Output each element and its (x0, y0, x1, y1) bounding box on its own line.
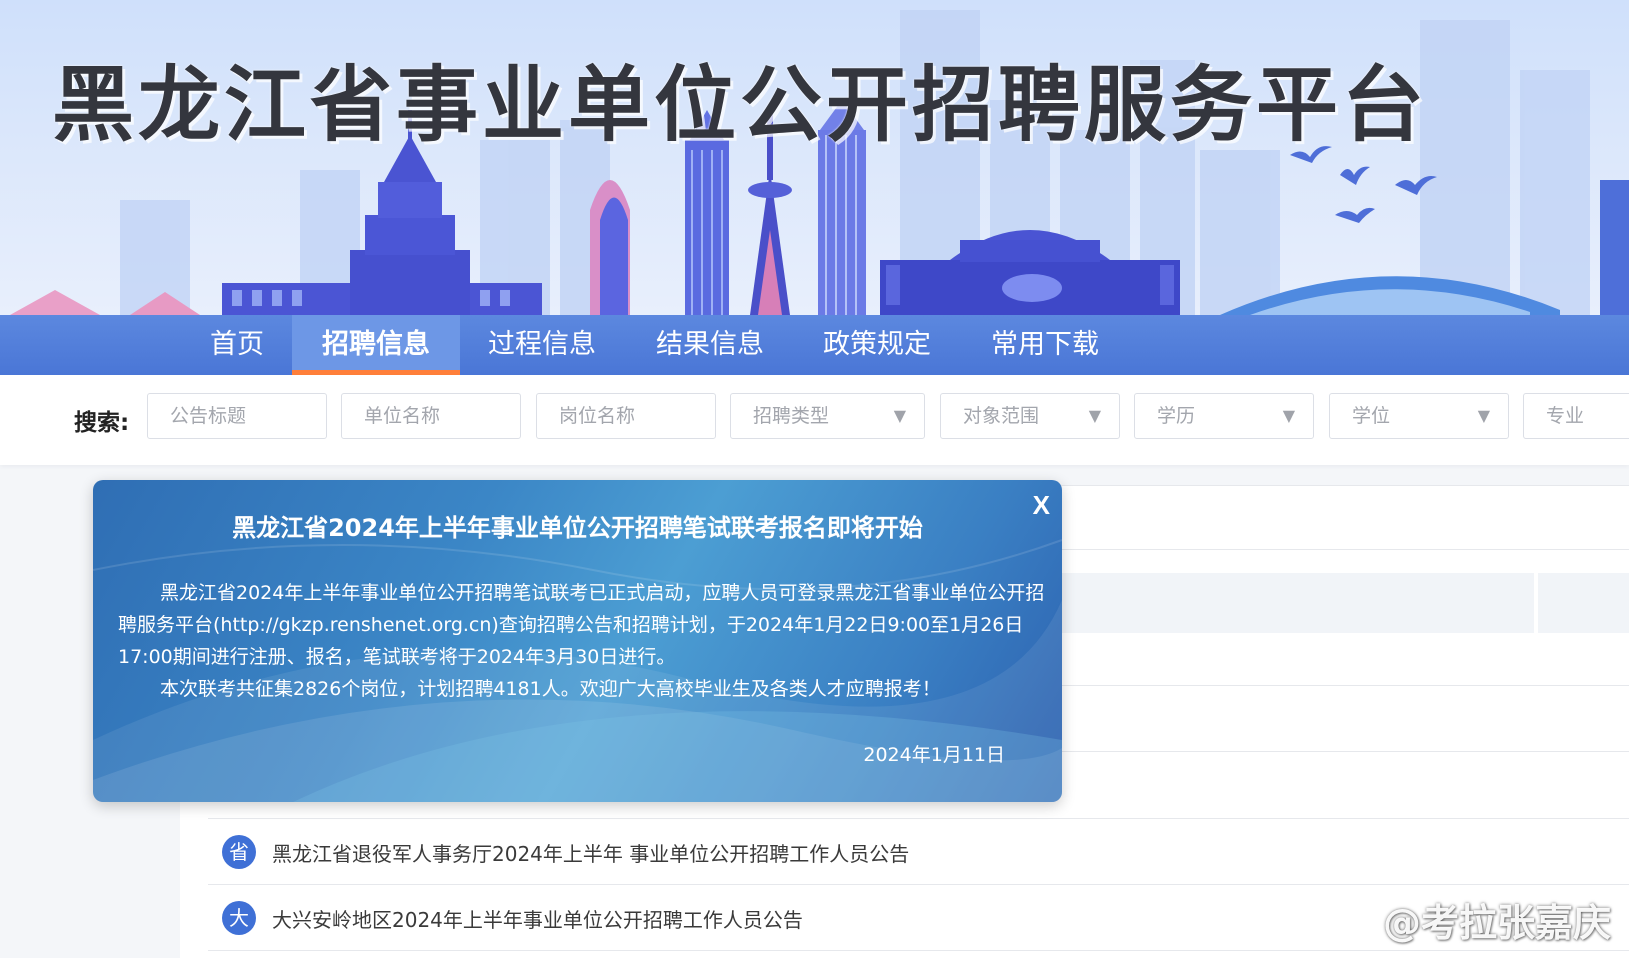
unit-name-input[interactable] (341, 393, 521, 439)
header-banner: 黑龙江省事业单位公开招聘服务平台 (0, 0, 1629, 315)
chevron-down-icon: ▼ (1477, 406, 1490, 425)
list-item[interactable]: 省 黑龙江省退役军人事务厅2024年上半年 事业单位公开招聘工作人员公告 (222, 826, 909, 878)
recruit-type-value: 招聘类型 (753, 405, 830, 427)
popup-paragraph: 本次联考共征集2826个岗位，计划招聘4181人。欢迎广大高校毕业生及各类人才应… (160, 678, 941, 700)
list-item[interactable]: 大 大兴安岭地区2024年上半年事业单位公开招聘工作人员公告 (222, 892, 803, 944)
degree-select[interactable]: 学位 ▼ (1329, 393, 1509, 439)
post-name-input[interactable] (536, 393, 716, 439)
list-item-badge: 大 (222, 901, 256, 935)
major-value: 专业 (1546, 405, 1585, 427)
nav-home[interactable]: 首页 (192, 315, 282, 375)
nav-policy[interactable]: 政策规定 (812, 315, 942, 375)
list-item-title[interactable]: 黑龙江省退役军人事务厅2024年上半年 事业单位公开招聘工作人员公告 (272, 838, 909, 867)
nav-downloads[interactable]: 常用下载 (980, 315, 1110, 375)
nav-result-info[interactable]: 结果信息 (645, 315, 775, 375)
target-scope-value: 对象范围 (963, 405, 1040, 427)
degree-value: 学位 (1352, 405, 1391, 427)
divider (208, 818, 1629, 819)
announcement-title-input[interactable] (147, 393, 327, 439)
weibo-icon (1320, 902, 1373, 942)
chevron-down-icon: ▼ (1282, 406, 1295, 425)
divider (1534, 573, 1538, 633)
education-value: 学历 (1157, 405, 1196, 427)
list-item-title[interactable]: 大兴安岭地区2024年上半年事业单位公开招聘工作人员公告 (272, 904, 803, 933)
divider (208, 950, 1629, 951)
chevron-down-icon: ▼ (893, 406, 906, 425)
watermark-text: @考拉张嘉庆 (1382, 901, 1611, 945)
popup-title: 黑龙江省2024年上半年事业单位公开招聘笔试联考报名即将开始 (232, 514, 923, 542)
divider (208, 884, 1629, 885)
popup-paragraph: 黑龙江省2024年上半年事业单位公开招聘笔试联考已正式启动，应聘人员可登录黑龙江… (118, 582, 1045, 668)
popup-body: 黑龙江省2024年上半年事业单位公开招聘笔试联考已正式启动，应聘人员可登录黑龙江… (118, 577, 1048, 705)
recruit-type-select[interactable]: 招聘类型 ▼ (730, 393, 925, 439)
target-scope-select[interactable]: 对象范围 ▼ (940, 393, 1120, 439)
search-label: 搜索: (74, 410, 130, 436)
site-title: 黑龙江省事业单位公开招聘服务平台 (52, 58, 1429, 153)
education-select[interactable]: 学历 ▼ (1134, 393, 1314, 439)
nav-recruitment-info[interactable]: 招聘信息 (292, 315, 460, 375)
announcement-popup: X 黑龙江省2024年上半年事业单位公开招聘笔试联考报名即将开始 黑龙江省202… (93, 480, 1062, 802)
list-item-badge: 省 (222, 835, 256, 869)
watermark: @考拉张嘉庆 (1320, 892, 1611, 947)
nav-process-info[interactable]: 过程信息 (477, 315, 607, 375)
main-nav: 首页 招聘信息 过程信息 结果信息 政策规定 常用下载 (0, 315, 1629, 375)
chevron-down-icon: ▼ (1088, 406, 1101, 425)
search-bar: 搜索: 招聘类型 ▼ 对象范围 ▼ 学历 ▼ 学位 ▼ 专业 (0, 375, 1629, 465)
popup-date: 2024年1月11日 (863, 744, 1005, 766)
major-select[interactable]: 专业 (1523, 393, 1629, 439)
